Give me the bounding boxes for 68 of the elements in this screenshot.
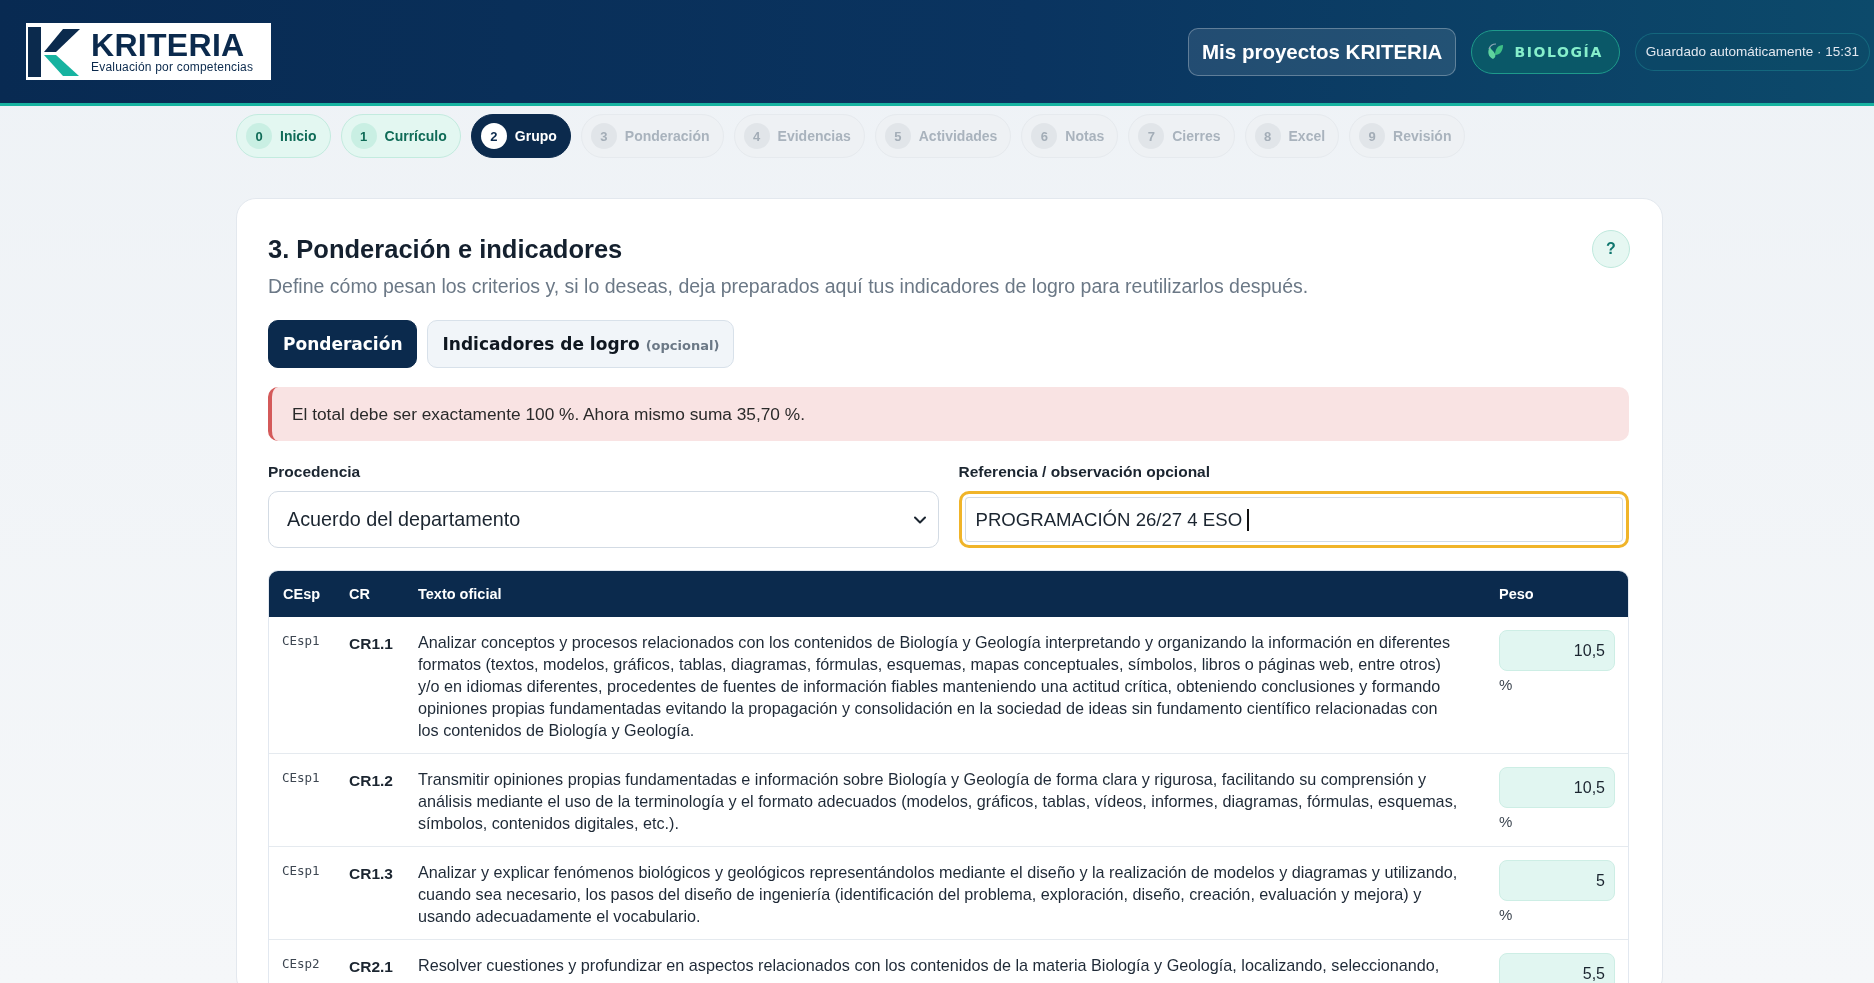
error-alert: El total debe ser exactamente 100 %. Ahora mismo suma 35,70 %.: [268, 387, 1629, 441]
criterion-code: CR1.1: [348, 634, 394, 653]
step-label: Inicio: [280, 128, 317, 144]
criterion-text: Analizar y explicar fenómenos biológicos y geológicos representándolos mediante el diseño y la realización de modelos y diagramas y utilizando, cuando sea necesario, los pasos del diseño de ingeniería (identificación del problema, exploración, diseño, creación, evaluación y mejora) y usando adecuadamente el vocabulario.: [417, 862, 1459, 927]
criterion-code: CR1.2: [348, 771, 394, 790]
weight-input[interactable]: 5,5: [1499, 953, 1615, 983]
k-logo-icon: [28, 26, 82, 77]
select-value: Acuerdo del departamento: [287, 508, 521, 531]
step-number: 2: [480, 123, 507, 149]
tab-note: (opcional): [645, 338, 720, 353]
criterion-text: Resolver cuestiones y profundizar en aspectos relacionados con los contenidos de la materia Biología y Geología, localizando, seleccionando,: [417, 955, 1441, 976]
step-number: 6: [1031, 123, 1058, 149]
section-description: Define cómo pesan los criterios y, si lo deseas, deja preparados aquí tus indicadores de logro para reutilizarlos después.: [268, 274, 1310, 298]
weight-input[interactable]: 5: [1499, 860, 1615, 901]
text-cursor-icon: [1247, 508, 1249, 531]
step-tab[interactable]: 0 Inicio: [236, 114, 331, 158]
criterion-text: Transmitir opiniones propias fundamentadas e información sobre Biología y Geología de forma clara y rigurosa, facilitando su comprensión y análisis mediante el uso de la terminología y el formato adecuados (modelos, gráficos, tablas, vídeos, informes, diagramas, fórmulas, esquemas, símbolos, contenidos digitales, etc.).: [417, 769, 1459, 834]
column-header: CR: [348, 586, 371, 602]
step-label: Notas: [1065, 128, 1105, 144]
tab[interactable]: Indicadores de logro (opcional): [427, 320, 735, 368]
leaf-icon: [1486, 42, 1505, 61]
step-number: 9: [1359, 123, 1386, 149]
tab-label: Indicadores de logro: [442, 334, 640, 354]
section-title: 3. Ponderación e indicadores: [268, 234, 623, 264]
step-label: Evidencias: [777, 128, 851, 144]
criterion-code: CR2.1: [348, 957, 394, 976]
step-number: 0: [246, 123, 272, 149]
select-field[interactable]: Acuerdo del departamento: [268, 491, 939, 548]
field-label: Procedencia: [268, 462, 362, 482]
weight-input[interactable]: 10,5: [1499, 630, 1615, 671]
logo-tagline: Evaluación por competencias: [91, 60, 254, 74]
step-label: Currículo: [384, 128, 447, 144]
step-label: Revisión: [1393, 128, 1452, 144]
column-header: Texto oficial: [417, 586, 503, 602]
step-number: 3: [590, 123, 617, 149]
step-number: 5: [884, 123, 911, 149]
column-header: Peso: [1498, 586, 1535, 602]
field-label: Referencia / observación opcional: [958, 462, 1212, 482]
percent-unit: %: [1499, 676, 1513, 693]
text-input-field[interactable]: PROGRAMACIÓN 26/27 4 ESO: [958, 491, 1629, 548]
step-number: 1: [350, 123, 377, 149]
tab[interactable]: Ponderación: [268, 320, 418, 368]
chevron-down-icon: [913, 515, 926, 524]
column-header: CEsp: [282, 586, 322, 602]
weight-input[interactable]: 10,5: [1499, 767, 1615, 808]
criterion-text: Analizar conceptos y procesos relacionados con los contenidos de Biología y Geología interpretando y organizando la información en diferentes formatos (textos, modelos, gráficos, tablas, diagramas, fórmulas, esquemas, mapas conceptuales, símbolos, libros o páginas web, entre otros) y/o en idiomas diferentes, procedentes de fuentes de información fiables manteniendo una actitud crítica, obteniendo conclusiones y formando opiniones propias fundamentadas evitando la propagación y consolidación en la sociedad de ideas sin fundamento científico relacionadas con los contenidos de Biología y Geología.: [417, 632, 1452, 741]
step-number: 4: [743, 123, 770, 149]
step-label: Cierres: [1172, 128, 1221, 144]
step-label: Excel: [1288, 128, 1326, 144]
help-button[interactable]: ?: [1592, 230, 1630, 268]
step-tab[interactable]: 1 Currículo: [340, 114, 461, 158]
step-tab[interactable]: 2 Grupo: [470, 114, 571, 158]
percent-unit: %: [1499, 813, 1513, 830]
step-number: 8: [1254, 123, 1281, 149]
competence-code: CEsp2: [281, 955, 321, 971]
step-label: Actividades: [918, 128, 998, 144]
autosave-status: Guardado automáticamente · 15:31: [1634, 32, 1870, 71]
step-number: 7: [1138, 123, 1165, 149]
projects-button[interactable]: Mis proyectos KRITERIA: [1188, 27, 1457, 76]
percent-unit: %: [1499, 906, 1513, 923]
competence-code: CEsp1: [281, 632, 321, 648]
step-label: Grupo: [514, 128, 557, 144]
step-label: Ponderación: [624, 128, 710, 144]
subject-name: BIOLOGÍA: [1514, 43, 1603, 60]
competence-code: CEsp1: [281, 769, 321, 785]
competence-code: CEsp1: [281, 862, 321, 878]
logo-wordmark: KRITERIA: [91, 29, 245, 60]
criterion-code: CR1.3: [348, 864, 394, 883]
